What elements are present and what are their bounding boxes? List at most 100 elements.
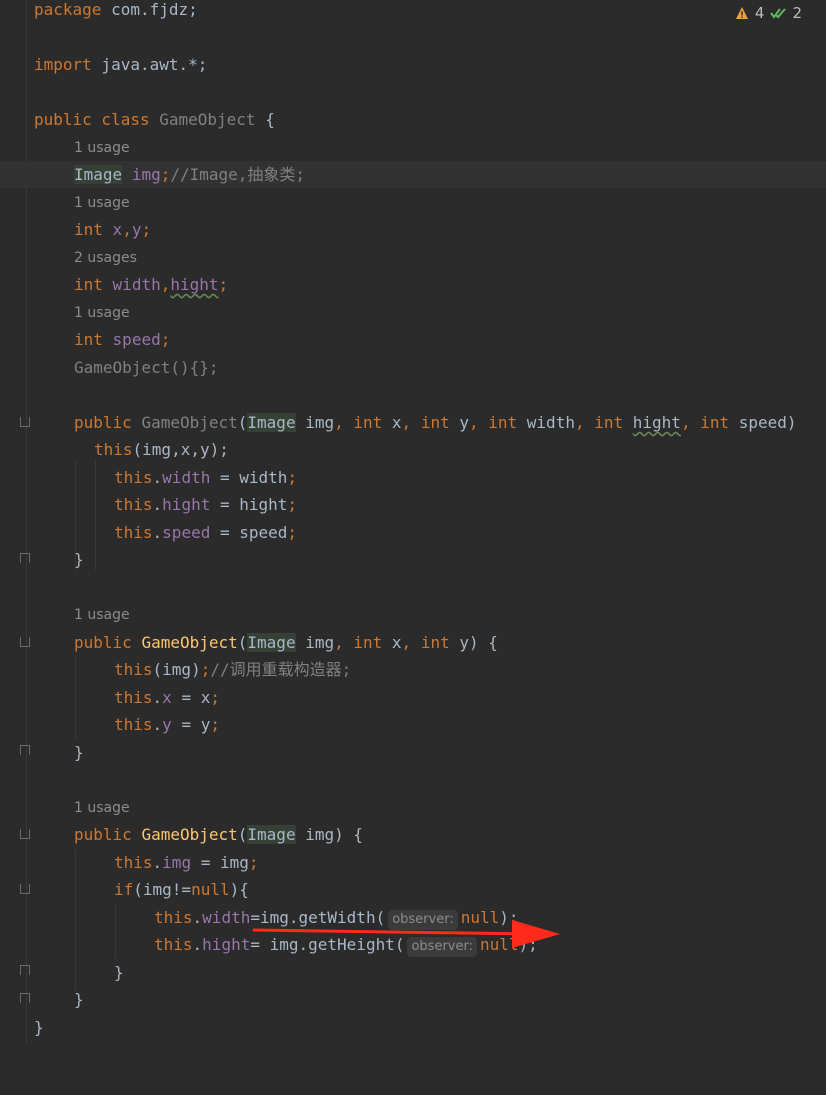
usage-hint[interactable]: 1 usage: [74, 798, 130, 818]
paren: (: [237, 633, 248, 652]
code-line[interactable]: public GameObject(Image img, int x, int …: [0, 409, 826, 436]
code-line[interactable]: int width,hight;: [0, 271, 826, 298]
field-name: speed: [112, 330, 161, 349]
keyword: this: [114, 688, 153, 707]
unused-constructor: GameObject(){};: [74, 358, 219, 377]
code-line[interactable]: }: [0, 739, 826, 766]
closing-brace: }: [114, 963, 124, 982]
code-line[interactable]: int x,y;: [0, 216, 826, 243]
code-line[interactable]: this.speed = speed;: [0, 519, 826, 546]
code-line[interactable]: this.width = width;: [0, 464, 826, 491]
assignment: = width: [210, 468, 288, 487]
call-args: (img,x,y);: [132, 440, 229, 459]
semicolon: ;: [248, 853, 259, 872]
field-name: width: [162, 468, 211, 487]
param: img: [295, 413, 335, 432]
dot: .: [152, 688, 163, 707]
keyword: this: [114, 660, 153, 679]
field-name: y: [162, 715, 172, 734]
dot: .: [152, 853, 163, 872]
type-name: Image: [247, 413, 296, 432]
comma: ,: [334, 413, 354, 432]
code-line[interactable]: }: [0, 1014, 826, 1041]
code-line[interactable]: this(img,x,y);: [0, 436, 826, 463]
comma: ,: [468, 413, 489, 432]
closing-brace: }: [34, 1018, 44, 1037]
code-line[interactable]: }: [0, 959, 826, 986]
code-line[interactable]: if(img!=null){: [0, 876, 826, 903]
code-line[interactable]: this.hight = hight;: [0, 491, 826, 518]
code-line[interactable]: GameObject(){};: [0, 354, 826, 381]
param: img) {: [295, 825, 364, 844]
field-name: hight: [202, 935, 251, 954]
param: x: [382, 413, 402, 432]
assignment: = x: [171, 688, 211, 707]
keyword: if: [114, 880, 134, 899]
keyword: int: [74, 330, 103, 349]
type-name: Image: [247, 633, 296, 652]
code-line[interactable]: this.x = x;: [0, 684, 826, 711]
dot: .: [192, 935, 203, 954]
code-line[interactable]: public GameObject(Image img, int x, int …: [0, 629, 826, 656]
usage-hint[interactable]: 1 usage: [74, 605, 130, 625]
comment: //Image,抽象类;: [170, 165, 306, 184]
param: y: [449, 413, 469, 432]
code-line[interactable]: import java.awt.*;: [0, 51, 826, 78]
code-line[interactable]: }: [0, 546, 826, 573]
keyword: this: [114, 715, 153, 734]
usage-hint[interactable]: 2 usages: [74, 248, 137, 268]
comment: //调用重载构造器;: [210, 660, 352, 679]
keyword: int: [488, 413, 518, 432]
code-line[interactable]: package com.fjdz;: [0, 0, 826, 23]
comma: ,: [574, 413, 595, 432]
field-name: hight: [162, 495, 211, 514]
code-line[interactable]: }: [0, 986, 826, 1013]
keyword: public class: [34, 110, 150, 129]
param: width: [517, 413, 575, 432]
usage-hint[interactable]: 1 usage: [74, 193, 130, 213]
code-line[interactable]: int speed;: [0, 326, 826, 353]
keyword: this: [114, 523, 153, 542]
comma: ,: [680, 413, 701, 432]
semicolon: ;: [287, 495, 298, 514]
code-line[interactable]: this.y = y;: [0, 711, 826, 738]
assignment: = hight: [210, 495, 288, 514]
field-name: img: [162, 853, 192, 872]
assignment: = img: [191, 853, 249, 872]
keyword: int: [353, 633, 383, 652]
call-args: (img): [152, 660, 201, 679]
keyword: public: [74, 633, 132, 652]
code-line-current[interactable]: Image img;//Image,抽象类;: [0, 161, 826, 188]
code-line[interactable]: public class GameObject {: [0, 106, 826, 133]
closing-brace: }: [74, 990, 84, 1009]
paren: (: [237, 825, 248, 844]
semicolon: ;: [141, 220, 152, 239]
semicolon: ;: [160, 330, 171, 349]
semicolon: ;: [200, 660, 211, 679]
semicolon: ;: [287, 468, 298, 487]
usage-hint[interactable]: 1 usage: [74, 303, 130, 323]
keyword: import: [34, 55, 92, 74]
null-literal: null: [191, 880, 230, 899]
semicolon: ;: [160, 165, 171, 184]
field-name: x: [162, 688, 172, 707]
brace: {: [255, 110, 275, 129]
usage-hint[interactable]: 1 usage: [74, 138, 130, 158]
semicolon: ;: [287, 523, 298, 542]
code-line[interactable]: this(img);//调用重载构造器;: [0, 656, 826, 683]
field-name: speed: [162, 523, 211, 542]
keyword: this: [154, 908, 193, 927]
keyword: package: [34, 0, 102, 19]
code-line[interactable]: public GameObject(Image img) {: [0, 821, 826, 848]
keyword: int: [74, 220, 103, 239]
param: x: [382, 633, 402, 652]
keyword: int: [420, 633, 450, 652]
assignment: = speed: [210, 523, 288, 542]
code-editor[interactable]: 4 2 package com.fjdz; import java.awt.*;…: [0, 0, 826, 1043]
keyword: public: [74, 825, 132, 844]
code-line[interactable]: this.img = img;: [0, 849, 826, 876]
keyword: this: [94, 440, 133, 459]
closing-brace: }: [74, 550, 84, 569]
semicolon: ;: [210, 688, 220, 707]
red-arrow-annotation: [252, 920, 560, 948]
